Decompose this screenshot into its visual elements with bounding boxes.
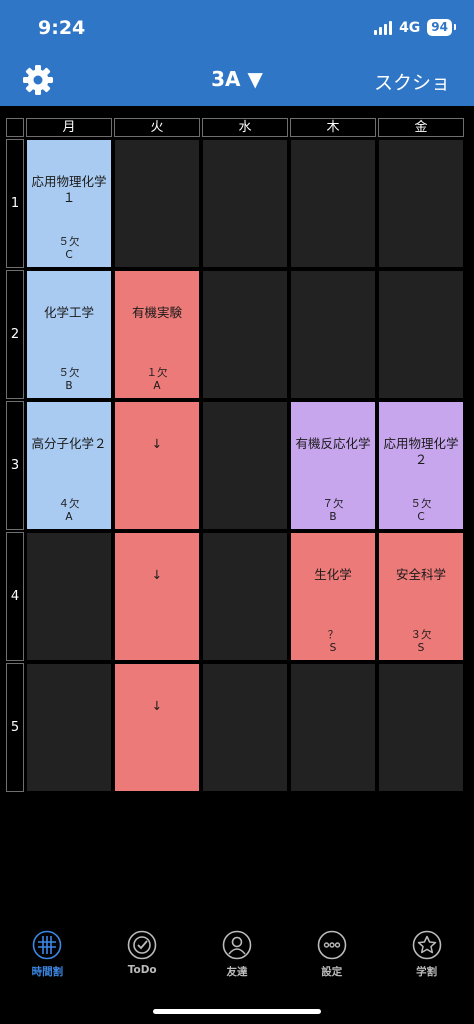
todo-check-icon [127,930,157,960]
timetable-cell[interactable] [290,663,376,792]
grade-label: S [329,642,337,654]
day-header: 火 [114,118,200,137]
timetable-cell[interactable] [202,139,288,268]
timetable-cell[interactable] [202,401,288,530]
timetable-cell[interactable] [378,139,464,268]
absence-count: ７欠 [322,498,344,510]
screenshot-button[interactable]: スクショ [374,68,450,95]
period-label: 3 [6,401,24,530]
class-cell[interactable]: ↓ [114,663,200,792]
class-name: ↓ [151,436,163,451]
tab-label: 設定 [321,966,343,978]
day-header: 水 [202,118,288,137]
class-name: 生化学 [314,567,352,582]
timetable-cell[interactable] [290,270,376,399]
class-name: ↓ [151,698,163,713]
grade-label: B [329,511,337,523]
timetable-cell[interactable] [290,139,376,268]
absence-count: ３欠 [410,629,432,641]
timetable-cell[interactable] [26,663,112,792]
grade-label: B [65,380,73,392]
class-cell[interactable]: 安全科学 ３欠 S [378,532,464,661]
absence-count: １欠 [146,367,168,379]
tab-star[interactable]: 学割 [379,930,474,990]
class-name: 応用物理化学２ [383,436,459,467]
timetable-cell[interactable] [26,532,112,661]
class-cell[interactable]: 応用物理化学１ ５欠 C [26,139,112,268]
tab-label: 友達 [226,966,248,978]
tab-friends[interactable]: 友達 [190,930,285,990]
timetable-cell[interactable] [378,663,464,792]
day-header: 木 [290,118,376,137]
period-label: 5 [6,663,24,792]
grade-label: C [417,511,425,523]
tab-settings-dots[interactable]: 設定 [284,930,379,990]
tab-label: ToDo [127,964,157,976]
class-name: 有機反応化学 [295,436,371,451]
absence-count: ５欠 [58,236,80,248]
class-name: 有機実験 [131,305,182,320]
day-header: 月 [26,118,112,137]
status-indicators: 4G 94 [374,19,456,36]
class-name: 応用物理化学１ [31,174,107,205]
network-type: 4G [399,19,421,36]
absence-count: ？ [327,629,339,641]
period-label: 1 [6,139,24,268]
class-cell[interactable]: ↓ [114,401,200,530]
status-time: 9:24 [38,17,86,39]
class-cell[interactable]: 生化学 ？ S [290,532,376,661]
class-cell[interactable]: 有機反応化学 ７欠 B [290,401,376,530]
class-name: ↓ [151,567,163,582]
class-cell[interactable]: 有機実験 １欠 A [114,270,200,399]
tab-timetable[interactable]: 時間割 [0,930,95,990]
class-name: 化学工学 [43,305,94,320]
class-name: 高分子化学２ [31,436,107,451]
battery-icon: 94 [427,19,456,36]
grid-corner [6,118,24,137]
class-cell[interactable]: 高分子化学２ ４欠 A [26,401,112,530]
tab-todo-check[interactable]: ToDo [95,930,190,990]
timetable-cell[interactable] [378,270,464,399]
class-cell[interactable]: 応用物理化学２ ５欠 C [378,401,464,530]
friends-icon [222,930,252,960]
timetable-cell[interactable] [202,270,288,399]
class-cell[interactable]: ↓ [114,532,200,661]
grade-label: S [417,642,425,654]
settings-dots-icon [317,930,347,960]
absence-count: ５欠 [410,498,432,510]
timetable-cell[interactable] [202,532,288,661]
tab-label: 学割 [416,966,438,978]
timetable-cell[interactable] [114,139,200,268]
day-header: 金 [378,118,464,137]
star-icon [412,930,441,960]
signal-icon [374,20,393,35]
grade-label: A [65,511,73,523]
grade-label: A [153,380,161,392]
absence-count: ５欠 [58,367,80,379]
tab-bar: 時間割 ToDo 友達 設定 学割 [0,930,474,990]
top-bar: 9:24 4G 94 3A ▼ スクショ [0,0,474,106]
tab-label: 時間割 [31,966,64,978]
grade-label: C [65,249,73,261]
timetable-icon [33,930,62,960]
class-cell[interactable]: 化学工学 ５欠 B [26,270,112,399]
home-indicator [153,1009,321,1014]
period-label: 4 [6,532,24,661]
period-label: 2 [6,270,24,399]
absence-count: ４欠 [58,498,80,510]
timetable-cell[interactable] [202,663,288,792]
class-name: 安全科学 [395,567,446,582]
